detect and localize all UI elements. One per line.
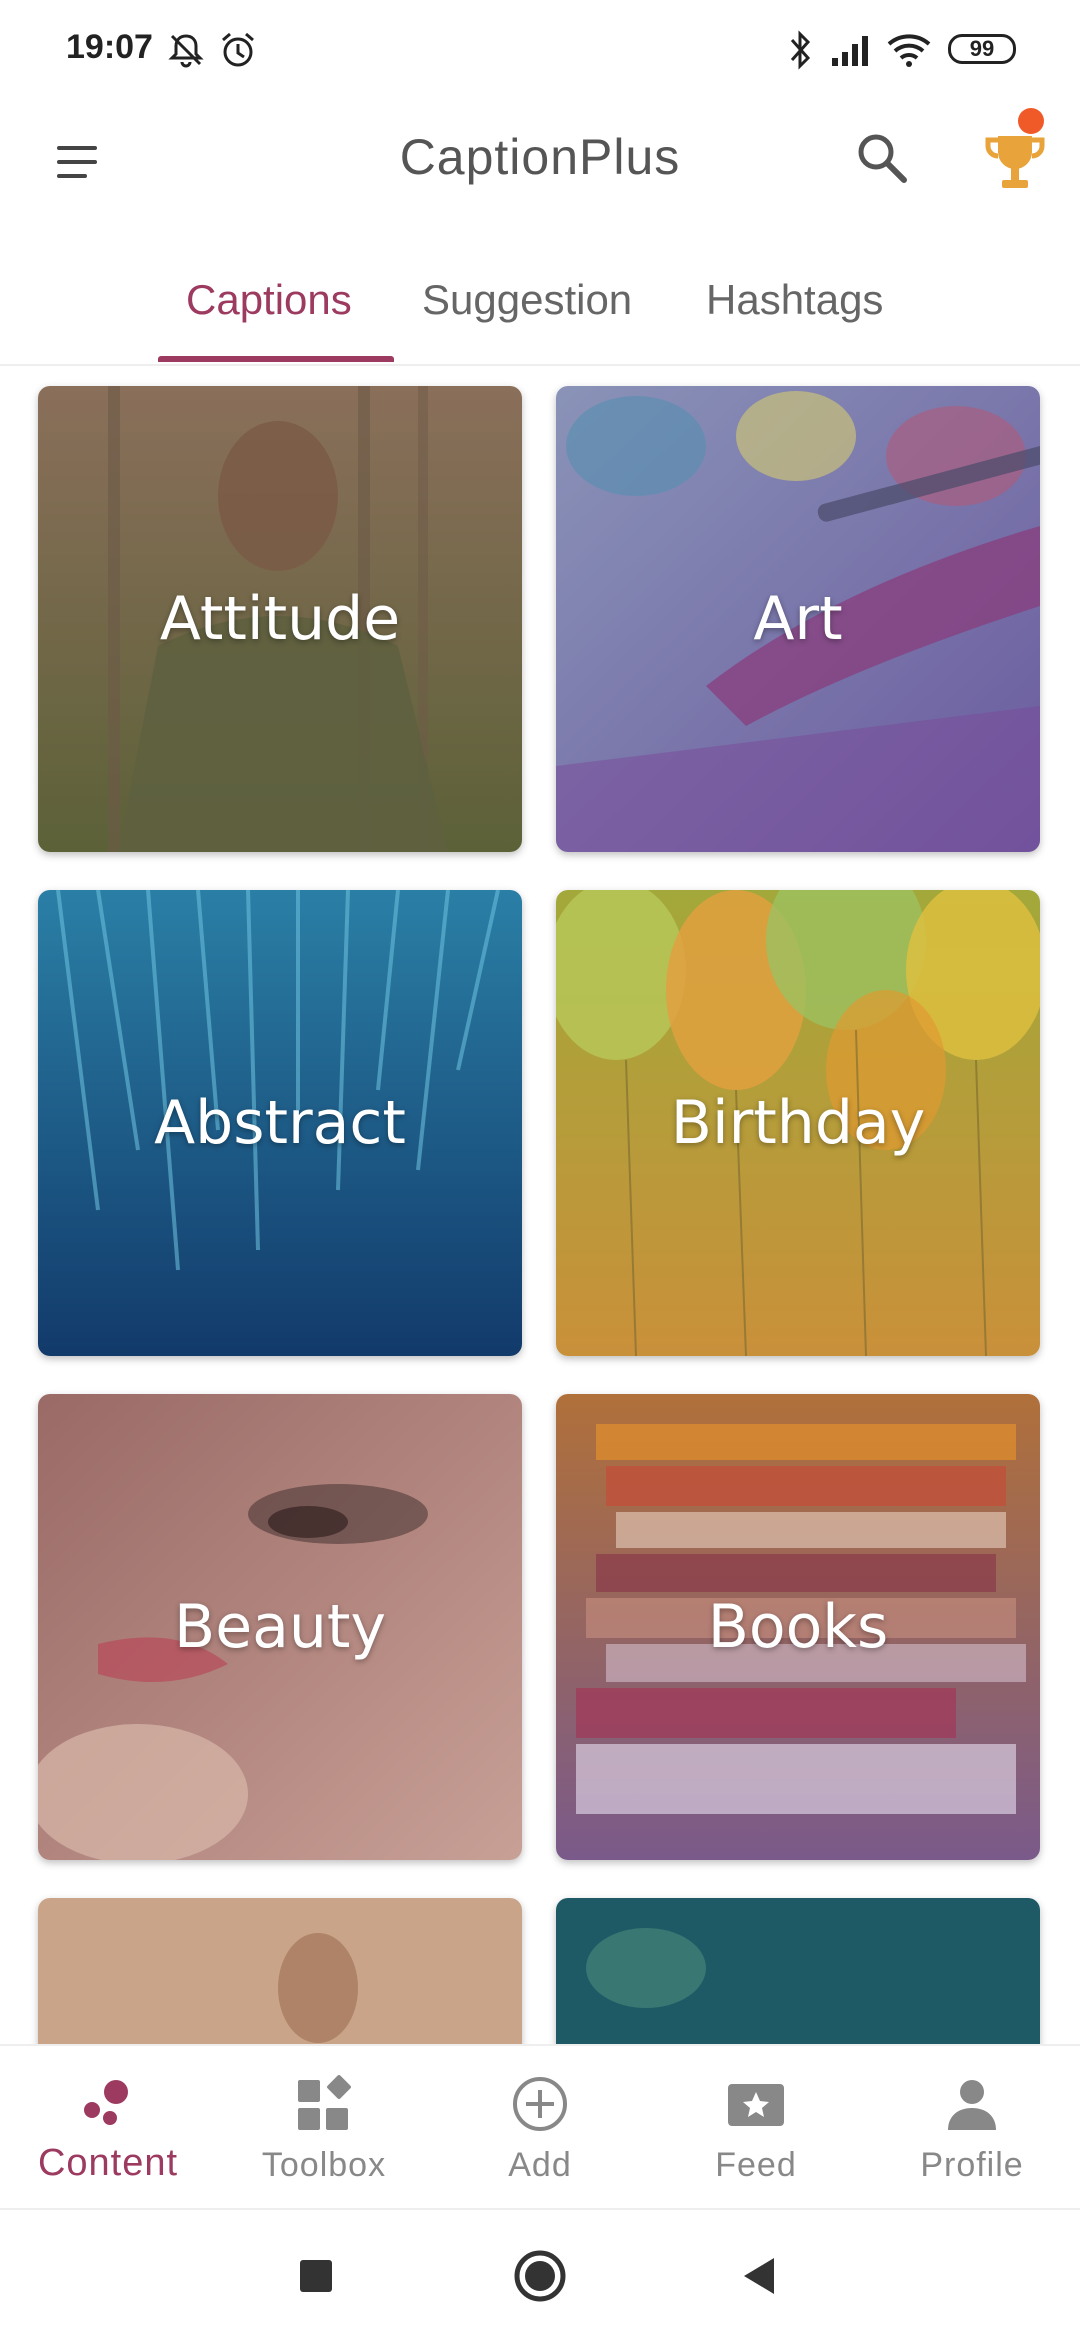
category-label: Beauty: [174, 1592, 386, 1662]
feed-icon: [728, 2084, 784, 2126]
app-title: CaptionPlus: [399, 129, 681, 185]
nav-item-add[interactable]: Add: [432, 2046, 648, 2212]
nav-item-content[interactable]: Content: [0, 2046, 216, 2212]
content-icon: [84, 2080, 128, 2125]
recents-icon[interactable]: [286, 2246, 346, 2306]
battery-icon: 99: [948, 34, 1016, 64]
tab-indicator: [158, 356, 394, 362]
nav-label: Toolbox: [261, 2146, 387, 2184]
back-icon[interactable]: [730, 2246, 790, 2306]
category-label: [38, 1898, 522, 2044]
nav-item-toolbox[interactable]: Toolbox: [216, 2046, 432, 2212]
category-label: Birthday: [670, 1088, 926, 1158]
category-label: Art: [753, 584, 843, 654]
home-icon[interactable]: [510, 2246, 570, 2306]
add-icon: [513, 2077, 567, 2131]
nav-label: Add: [508, 2146, 572, 2184]
nav-item-profile[interactable]: Profile: [864, 2046, 1080, 2212]
mute-icon: [168, 34, 204, 68]
app-bar: CaptionPlus: [0, 100, 1080, 270]
toolbox-icon: [298, 2075, 351, 2130]
wifi-icon: [887, 34, 931, 67]
signal-icon: [832, 36, 868, 66]
bluetooth-icon: [790, 30, 811, 70]
status-time: 19:07: [66, 28, 153, 66]
category-label: Abstract: [154, 1088, 406, 1158]
tab-bar: Captions Suggestion Hashtags: [0, 264, 1080, 366]
category-label: Attitude: [159, 584, 401, 654]
category-card-beauty[interactable]: Beauty: [38, 1394, 522, 1860]
tab-suggestion[interactable]: Suggestion: [422, 276, 632, 324]
nav-label: Content: [37, 2142, 179, 2184]
category-label: Books: [707, 1592, 889, 1662]
nav-label: Profile: [920, 2146, 1024, 2184]
category-card-abstract[interactable]: Abstract: [38, 890, 522, 1356]
category-card-books[interactable]: Books: [556, 1394, 1040, 1860]
category-card[interactable]: [38, 1898, 522, 2044]
trophy-icon[interactable]: [980, 122, 1050, 202]
category-card-birthday[interactable]: Birthday: [556, 890, 1040, 1356]
bottom-navigation: Content Toolbox Add Feed Profile: [0, 2044, 1080, 2210]
category-card[interactable]: [556, 1898, 1040, 2044]
tab-hashtags[interactable]: Hashtags: [706, 276, 883, 324]
category-card-art[interactable]: Art: [556, 386, 1040, 852]
status-bar: 19:07 99: [0, 0, 1080, 100]
nav-label: Feed: [715, 2146, 797, 2184]
system-navigation: [0, 2210, 1080, 2340]
search-icon[interactable]: [852, 128, 912, 188]
category-label: [556, 1898, 1040, 2044]
category-card-attitude[interactable]: Attitude: [38, 386, 522, 852]
category-grid: Attitude Art Abstract Birthday Beauty Bo…: [0, 368, 1080, 2044]
tab-captions[interactable]: Captions: [186, 276, 352, 324]
alarm-icon: [222, 32, 254, 67]
nav-item-feed[interactable]: Feed: [648, 2046, 864, 2212]
notification-dot: [1018, 108, 1044, 134]
profile-icon: [948, 2080, 996, 2130]
